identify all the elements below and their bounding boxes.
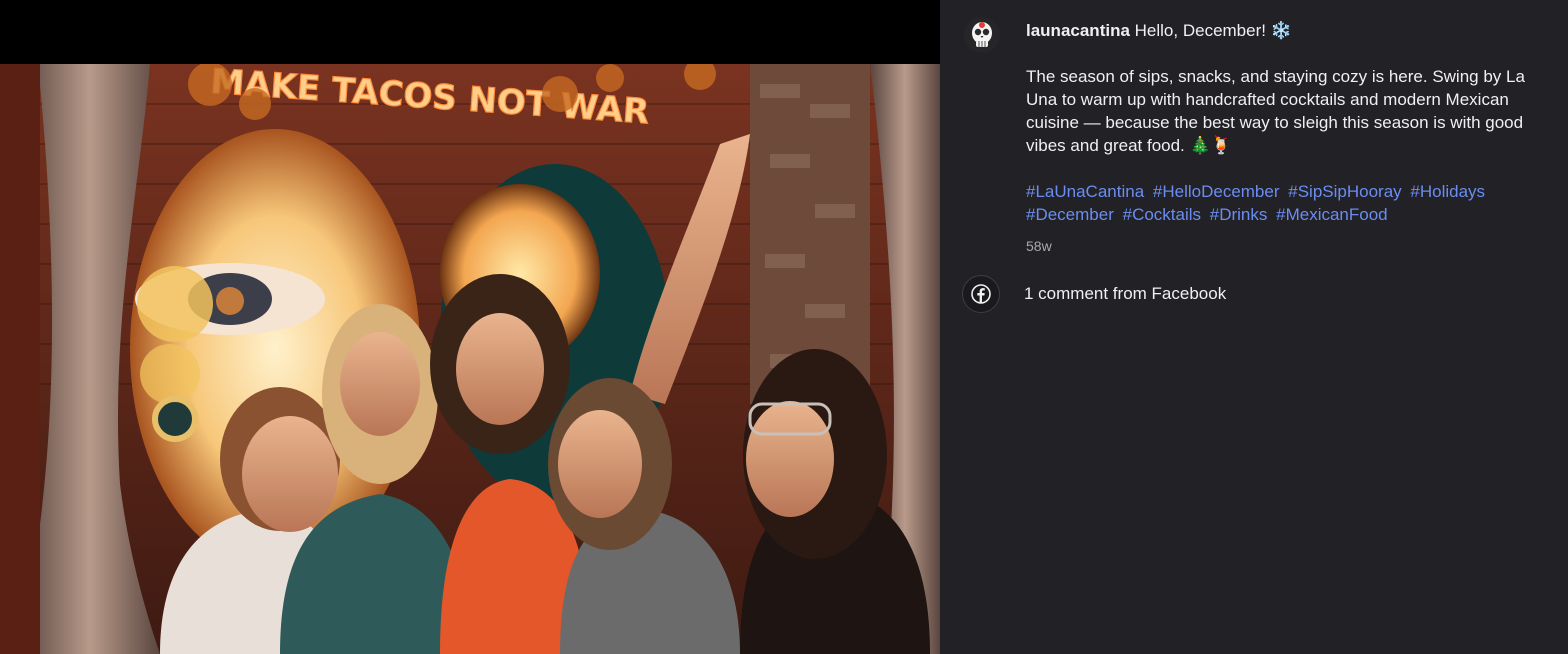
- caption-headline-text: Hello, December! ❄️: [1129, 21, 1292, 40]
- post-viewer: MAKE TACOS NOT WAR launacantina Hello, D…: [0, 0, 1568, 654]
- hashtag-link[interactable]: #Drinks: [1210, 205, 1268, 224]
- hashtag-link[interactable]: #MexicanFood: [1276, 205, 1388, 224]
- facebook-comments-row[interactable]: 1 comment from Facebook: [962, 275, 1226, 313]
- caption-body: The season of sips, snacks, and staying …: [1026, 67, 1525, 155]
- comment-count-label: 1 comment from Facebook: [1024, 284, 1227, 303]
- hashtag-link[interactable]: #Cocktails: [1123, 205, 1201, 224]
- facebook-icon: [962, 275, 1000, 313]
- post-photo[interactable]: MAKE TACOS NOT WAR: [0, 64, 940, 654]
- post-timestamp[interactable]: 58w: [1026, 235, 1546, 258]
- hashtag-link[interactable]: #December: [1026, 205, 1114, 224]
- hashtag-link[interactable]: #HelloDecember: [1153, 182, 1280, 201]
- caption-headline: launacantina Hello, December! ❄️: [1026, 19, 1546, 42]
- hashtag-link[interactable]: #Holidays: [1410, 182, 1485, 201]
- hashtag-link[interactable]: #LaUnaCantina: [1026, 182, 1144, 201]
- user-avatar[interactable]: [964, 17, 1000, 53]
- sugar-skull-icon: [972, 22, 992, 47]
- post-caption: launacantina Hello, December! ❄️ The sea…: [1026, 19, 1546, 258]
- post-media: MAKE TACOS NOT WAR: [0, 0, 940, 654]
- username-link[interactable]: launacantina: [1026, 21, 1130, 40]
- photo-illustration: MAKE TACOS NOT WAR: [0, 64, 940, 654]
- hashtag-link[interactable]: #SipSipHooray: [1288, 182, 1401, 201]
- hashtag-list: #LaUnaCantina #HelloDecember #SipSipHoor…: [1026, 180, 1546, 226]
